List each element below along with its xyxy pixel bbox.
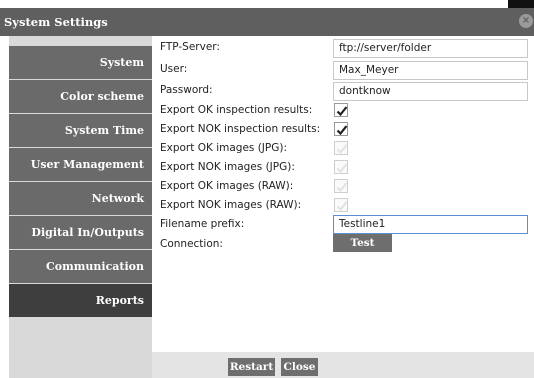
dialog-footer: Restart Close: [152, 352, 534, 378]
sidebar-item-system-time[interactable]: System Time: [9, 114, 152, 147]
sidebar-item-network[interactable]: Network: [9, 182, 152, 215]
export-ok-results-label: Export OK inspection results:: [160, 104, 313, 116]
title-bar: System Settings ×: [0, 8, 534, 36]
password-label: Password:: [160, 84, 213, 96]
export-nok-results-checkbox[interactable]: [334, 122, 348, 136]
checkmark-icon: [336, 163, 348, 173]
system-settings-dialog: System Settings × System Color scheme Sy…: [0, 8, 534, 378]
export-nok-results-label: Export NOK inspection results:: [160, 123, 321, 135]
user-label: User:: [160, 63, 188, 75]
connection-label: Connection:: [160, 238, 223, 250]
filename-prefix-input[interactable]: Testline1: [333, 215, 528, 234]
sidebar-item-user-management[interactable]: User Management: [9, 148, 152, 181]
checkmark-icon: [336, 182, 348, 192]
export-nok-jpg-label: Export NOK images (JPG):: [160, 161, 295, 173]
checkmark-icon: [336, 201, 348, 211]
export-ok-results-checkbox[interactable]: [334, 103, 348, 117]
checkmark-icon: [336, 125, 348, 136]
checkmark-icon: [336, 106, 348, 117]
test-connection-button[interactable]: Test: [333, 234, 392, 252]
close-button[interactable]: Close: [281, 358, 318, 376]
export-ok-jpg-checkbox[interactable]: [334, 141, 348, 155]
export-nok-jpg-checkbox[interactable]: [334, 160, 348, 174]
export-nok-raw-checkbox[interactable]: [334, 198, 348, 212]
close-icon[interactable]: ×: [519, 14, 533, 28]
user-input[interactable]: Max_Meyer: [333, 61, 528, 80]
export-ok-jpg-label: Export OK images (JPG):: [160, 142, 288, 154]
filename-prefix-label: Filename prefix:: [160, 218, 245, 230]
sidebar-item-digital-io[interactable]: Digital In/Outputs: [9, 216, 152, 249]
sidebar-item-communication[interactable]: Communication: [9, 250, 152, 283]
export-ok-raw-checkbox[interactable]: [334, 179, 348, 193]
restart-button[interactable]: Restart: [228, 358, 275, 376]
ftp-server-label: FTP-Server:: [160, 41, 220, 53]
sidebar: System Color scheme System Time User Man…: [9, 36, 152, 378]
password-input[interactable]: dontknow: [333, 82, 528, 101]
sidebar-item-system[interactable]: System: [9, 46, 152, 79]
sidebar-item-color-scheme[interactable]: Color scheme: [9, 80, 152, 113]
export-nok-raw-label: Export NOK images (RAW):: [160, 199, 302, 211]
export-ok-raw-label: Export OK images (RAW):: [160, 180, 294, 192]
window-title: System Settings: [4, 15, 108, 29]
ftp-server-input[interactable]: ftp://server/folder: [333, 39, 528, 58]
sidebar-item-reports[interactable]: Reports: [9, 284, 152, 317]
checkmark-icon: [336, 144, 348, 154]
